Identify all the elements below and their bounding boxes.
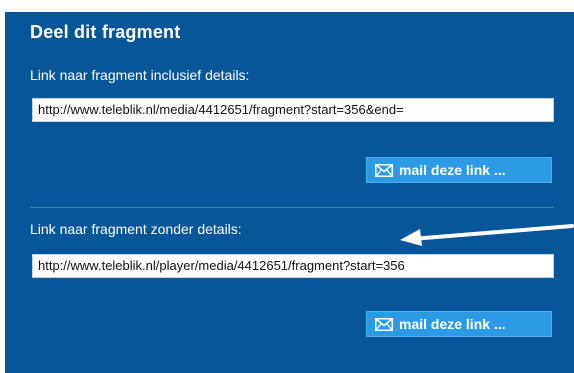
mail-link-button-label: mail deze link ... bbox=[399, 316, 506, 332]
link-with-details-label: Link naar fragment inclusief details: bbox=[30, 67, 250, 83]
envelope-icon bbox=[375, 317, 393, 331]
link-without-details-label: Link naar fragment zonder details: bbox=[30, 221, 242, 237]
section-divider bbox=[30, 207, 554, 208]
panel-title: Deel dit fragment bbox=[30, 22, 181, 42]
mail-link-button-1[interactable]: mail deze link ... bbox=[366, 157, 552, 183]
link-without-details-field[interactable]: http://www.teleblik.nl/player/media/4412… bbox=[32, 254, 554, 278]
mail-link-button-2[interactable]: mail deze link ... bbox=[366, 311, 552, 337]
envelope-icon bbox=[375, 163, 393, 177]
arrow-left-icon bbox=[400, 224, 574, 246]
screenshot-frame: Deel dit fragment Link naar fragment inc… bbox=[0, 0, 574, 373]
mail-link-button-label: mail deze link ... bbox=[399, 162, 506, 178]
link-with-details-field[interactable]: http://www.teleblik.nl/media/4412651/fra… bbox=[32, 98, 554, 122]
